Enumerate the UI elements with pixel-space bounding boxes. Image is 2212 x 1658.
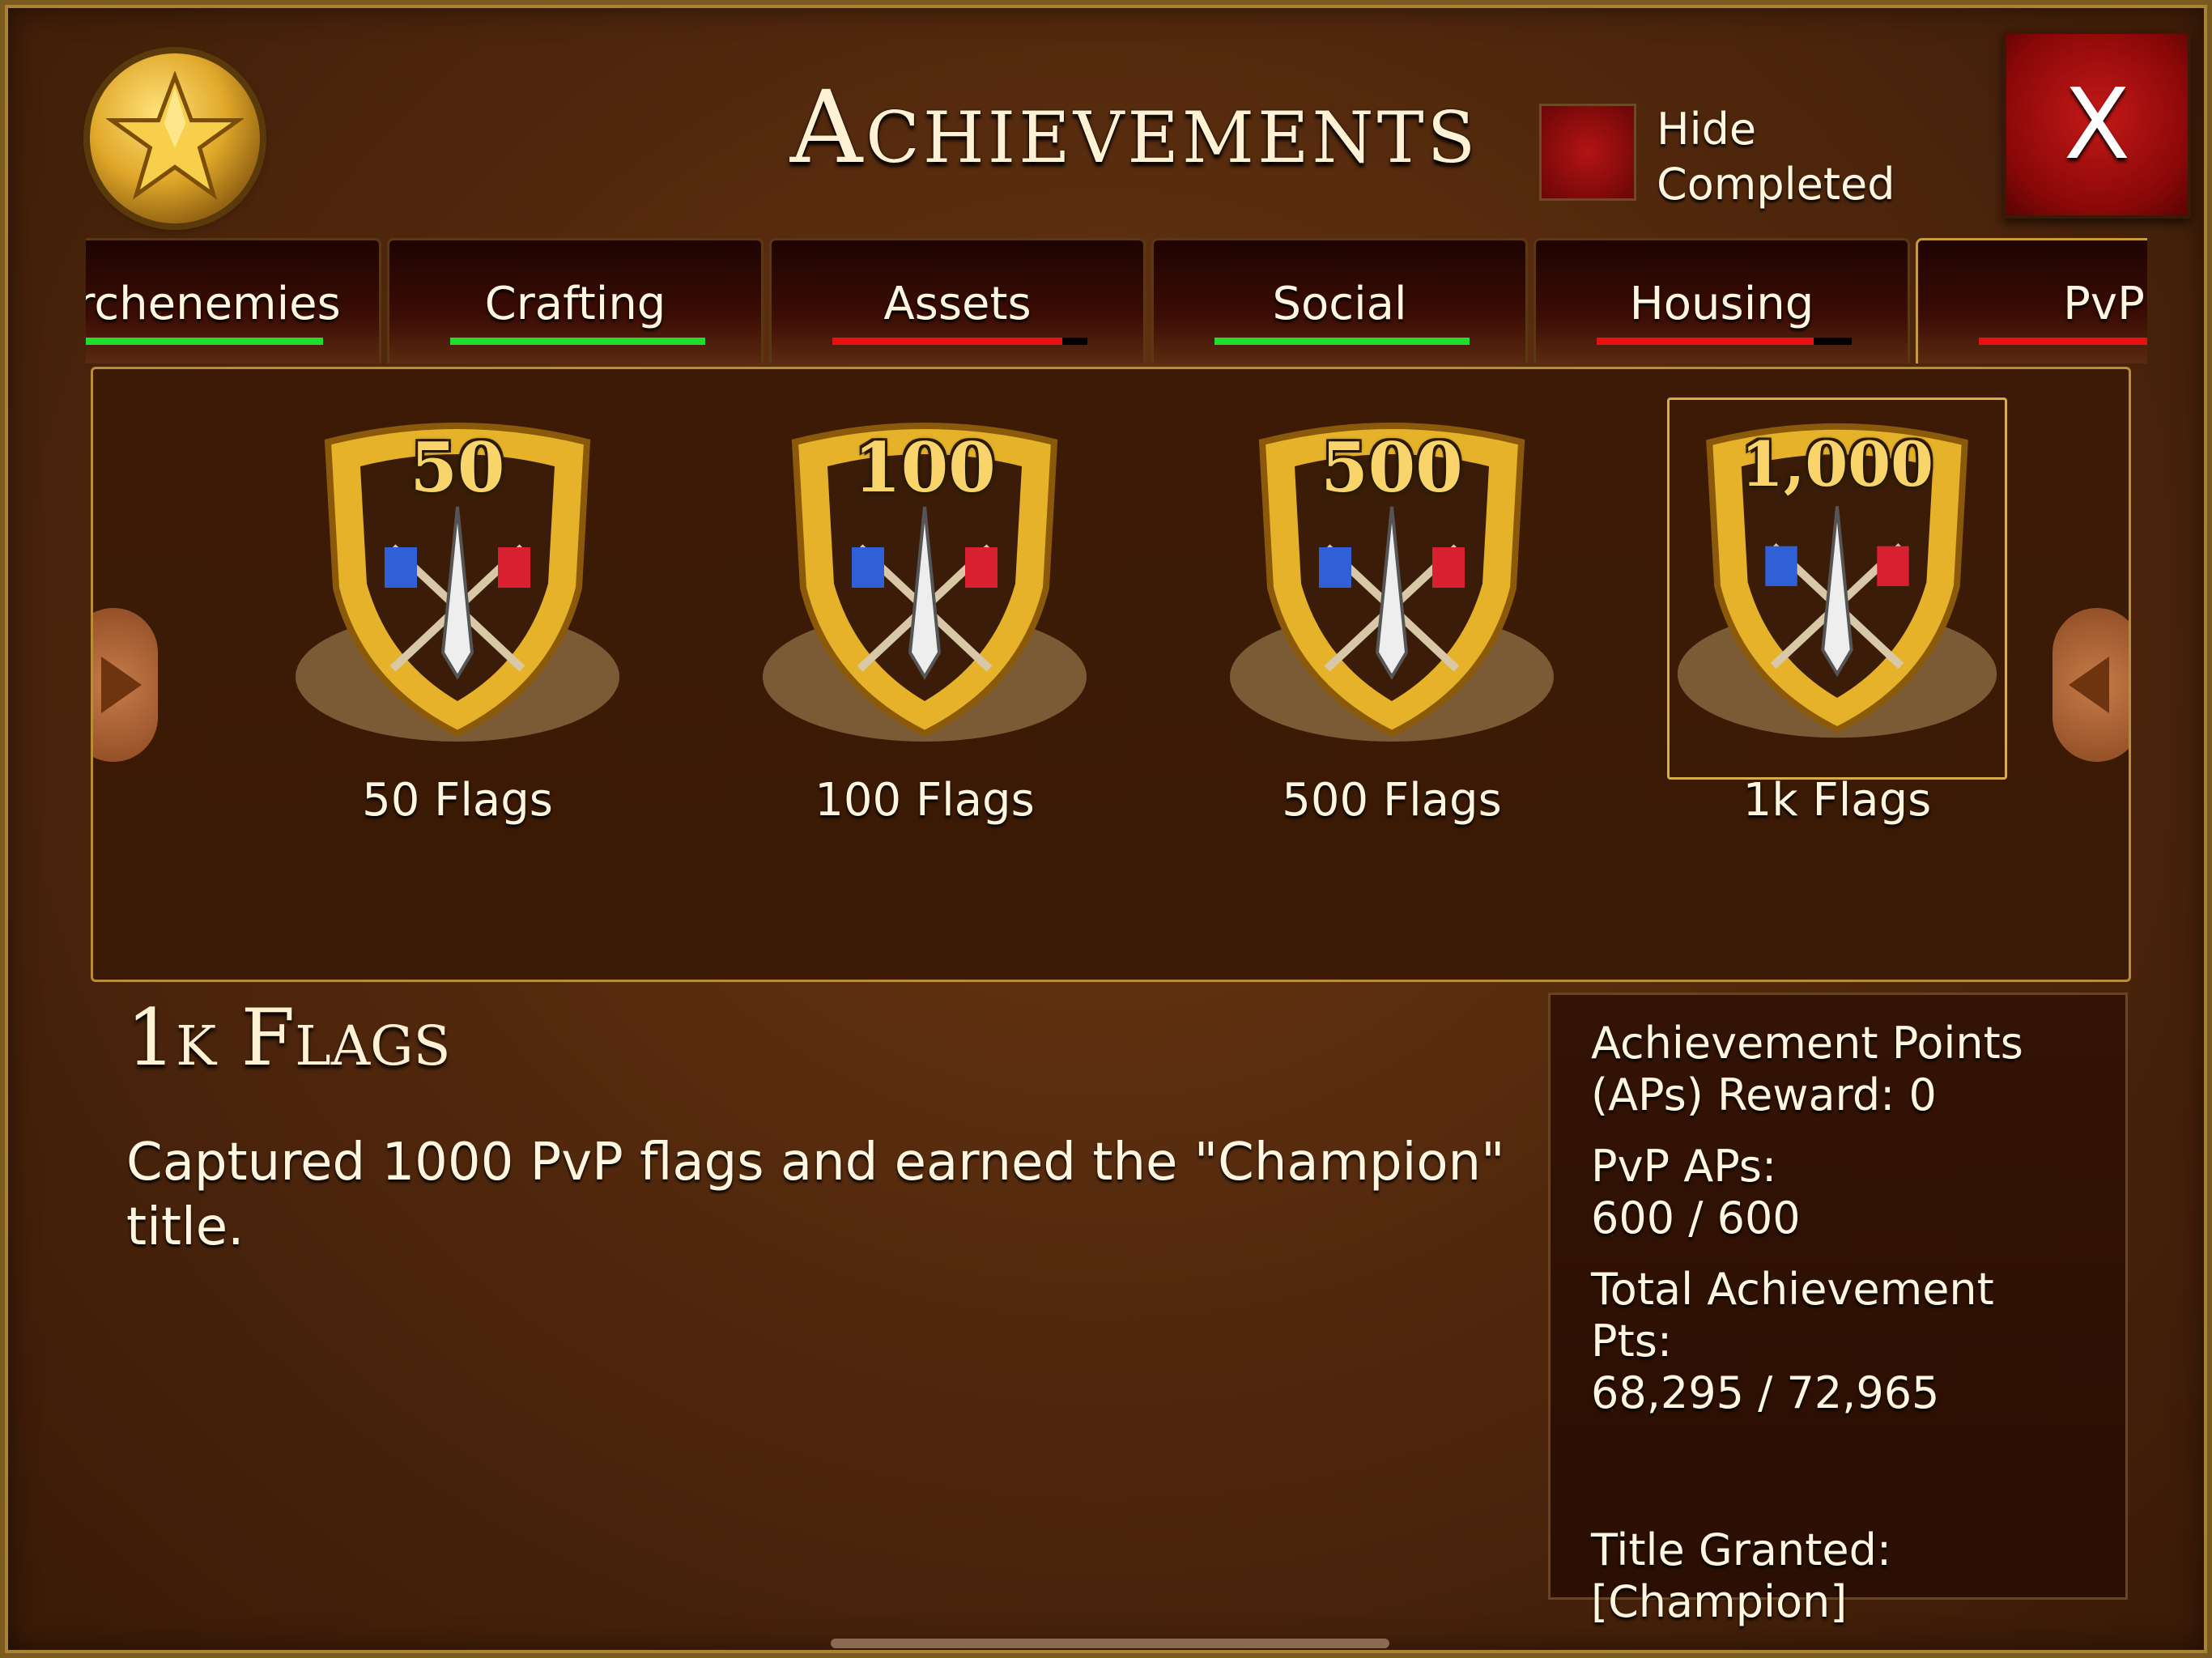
close-button[interactable]: X <box>2003 31 2191 219</box>
total-points-value: 68,295 / 72,965 <box>1591 1367 1940 1418</box>
chevron-left-icon <box>2069 657 2109 713</box>
category-aps-value: 600 / 600 <box>1591 1192 1801 1244</box>
tab-housing[interactable]: Housing <box>1534 238 1910 363</box>
tab-crafting[interactable]: Crafting <box>387 238 764 363</box>
category-tabs: Archenemies Crafting Assets Social Housi… <box>86 238 2147 363</box>
home-indicator <box>831 1639 1389 1648</box>
achievement-title: 1k Flags <box>126 993 451 1083</box>
tab-social[interactable]: Social <box>1151 238 1528 363</box>
tab-progress-bar <box>832 338 1087 345</box>
badge-number: 500 <box>1321 427 1463 508</box>
achievement-stats-panel: Achievement Points (APs) Reward: 0 PvP A… <box>1548 993 2128 1627</box>
badge-number: 1,000 <box>1741 428 1933 500</box>
badge-number: 50 <box>410 427 505 508</box>
total-points-label: Total Achievement Pts: <box>1591 1264 1994 1367</box>
page-title: Achievements <box>789 70 1479 186</box>
tab-label: Crafting <box>484 278 666 330</box>
previous-arrow-button[interactable] <box>93 608 158 762</box>
tab-label: Assets <box>883 278 1032 330</box>
tab-label: Archenemies <box>86 278 341 330</box>
tab-progress-fill <box>1979 338 2147 345</box>
hide-completed-checkbox[interactable] <box>1539 104 1636 201</box>
star-emblem-icon <box>90 53 260 223</box>
category-aps-label: PvP APs: <box>1591 1141 1777 1192</box>
tab-progress-bar <box>450 338 705 345</box>
tab-progress-bar <box>1214 338 1470 345</box>
tab-progress-fill <box>1597 338 1814 345</box>
reward-text: Achievement Points (APs) Reward: 0 <box>1591 1018 2023 1120</box>
tab-label: Housing <box>1629 278 1814 330</box>
tab-assets[interactable]: Assets <box>769 238 1146 363</box>
badge-number: 100 <box>853 427 996 508</box>
badge-caption: 500 Flags <box>1282 774 1502 827</box>
achievement-description: Captured 1000 PvP flags and earned the "… <box>126 1133 1505 1257</box>
tab-progress-fill <box>450 338 705 345</box>
tab-archenemies[interactable]: Archenemies <box>86 238 381 363</box>
tab-progress-fill <box>1214 338 1470 345</box>
next-arrow-button[interactable] <box>2052 608 2129 762</box>
badge-caption: 50 Flags <box>362 774 553 827</box>
title-granted-label: Title Granted: <box>1591 1524 1892 1575</box>
achievement-badge[interactable]: 500 <box>1222 410 1562 758</box>
achievement-carousel: 50 50 Flags 100 100 Flags 500 500 Flags … <box>91 367 2131 982</box>
tab-progress-fill <box>86 338 323 345</box>
tab-progress-bar <box>86 338 323 345</box>
badge-caption: 1k Flags <box>1742 774 1932 827</box>
achievement-badge-selected[interactable]: 1,000 <box>1667 397 2007 780</box>
tab-progress-bar <box>1979 338 2147 345</box>
tab-progress-fill <box>832 338 1062 345</box>
tab-label: PvP <box>2063 278 2145 330</box>
tab-pvp[interactable]: PvP <box>1916 238 2147 363</box>
achievement-badge[interactable]: 50 <box>287 410 627 758</box>
chevron-right-icon <box>101 657 142 713</box>
tab-progress-bar <box>1597 338 1852 345</box>
achievements-window: Achievements Hide Completed X Archenemie… <box>0 0 2212 1658</box>
badge-caption: 100 Flags <box>815 774 1035 827</box>
hide-completed-label[interactable]: Hide Completed <box>1657 102 1916 212</box>
tab-label: Social <box>1272 278 1407 330</box>
title-granted-value: [Champion] <box>1591 1576 1848 1627</box>
achievement-badge[interactable]: 100 <box>755 410 1095 758</box>
